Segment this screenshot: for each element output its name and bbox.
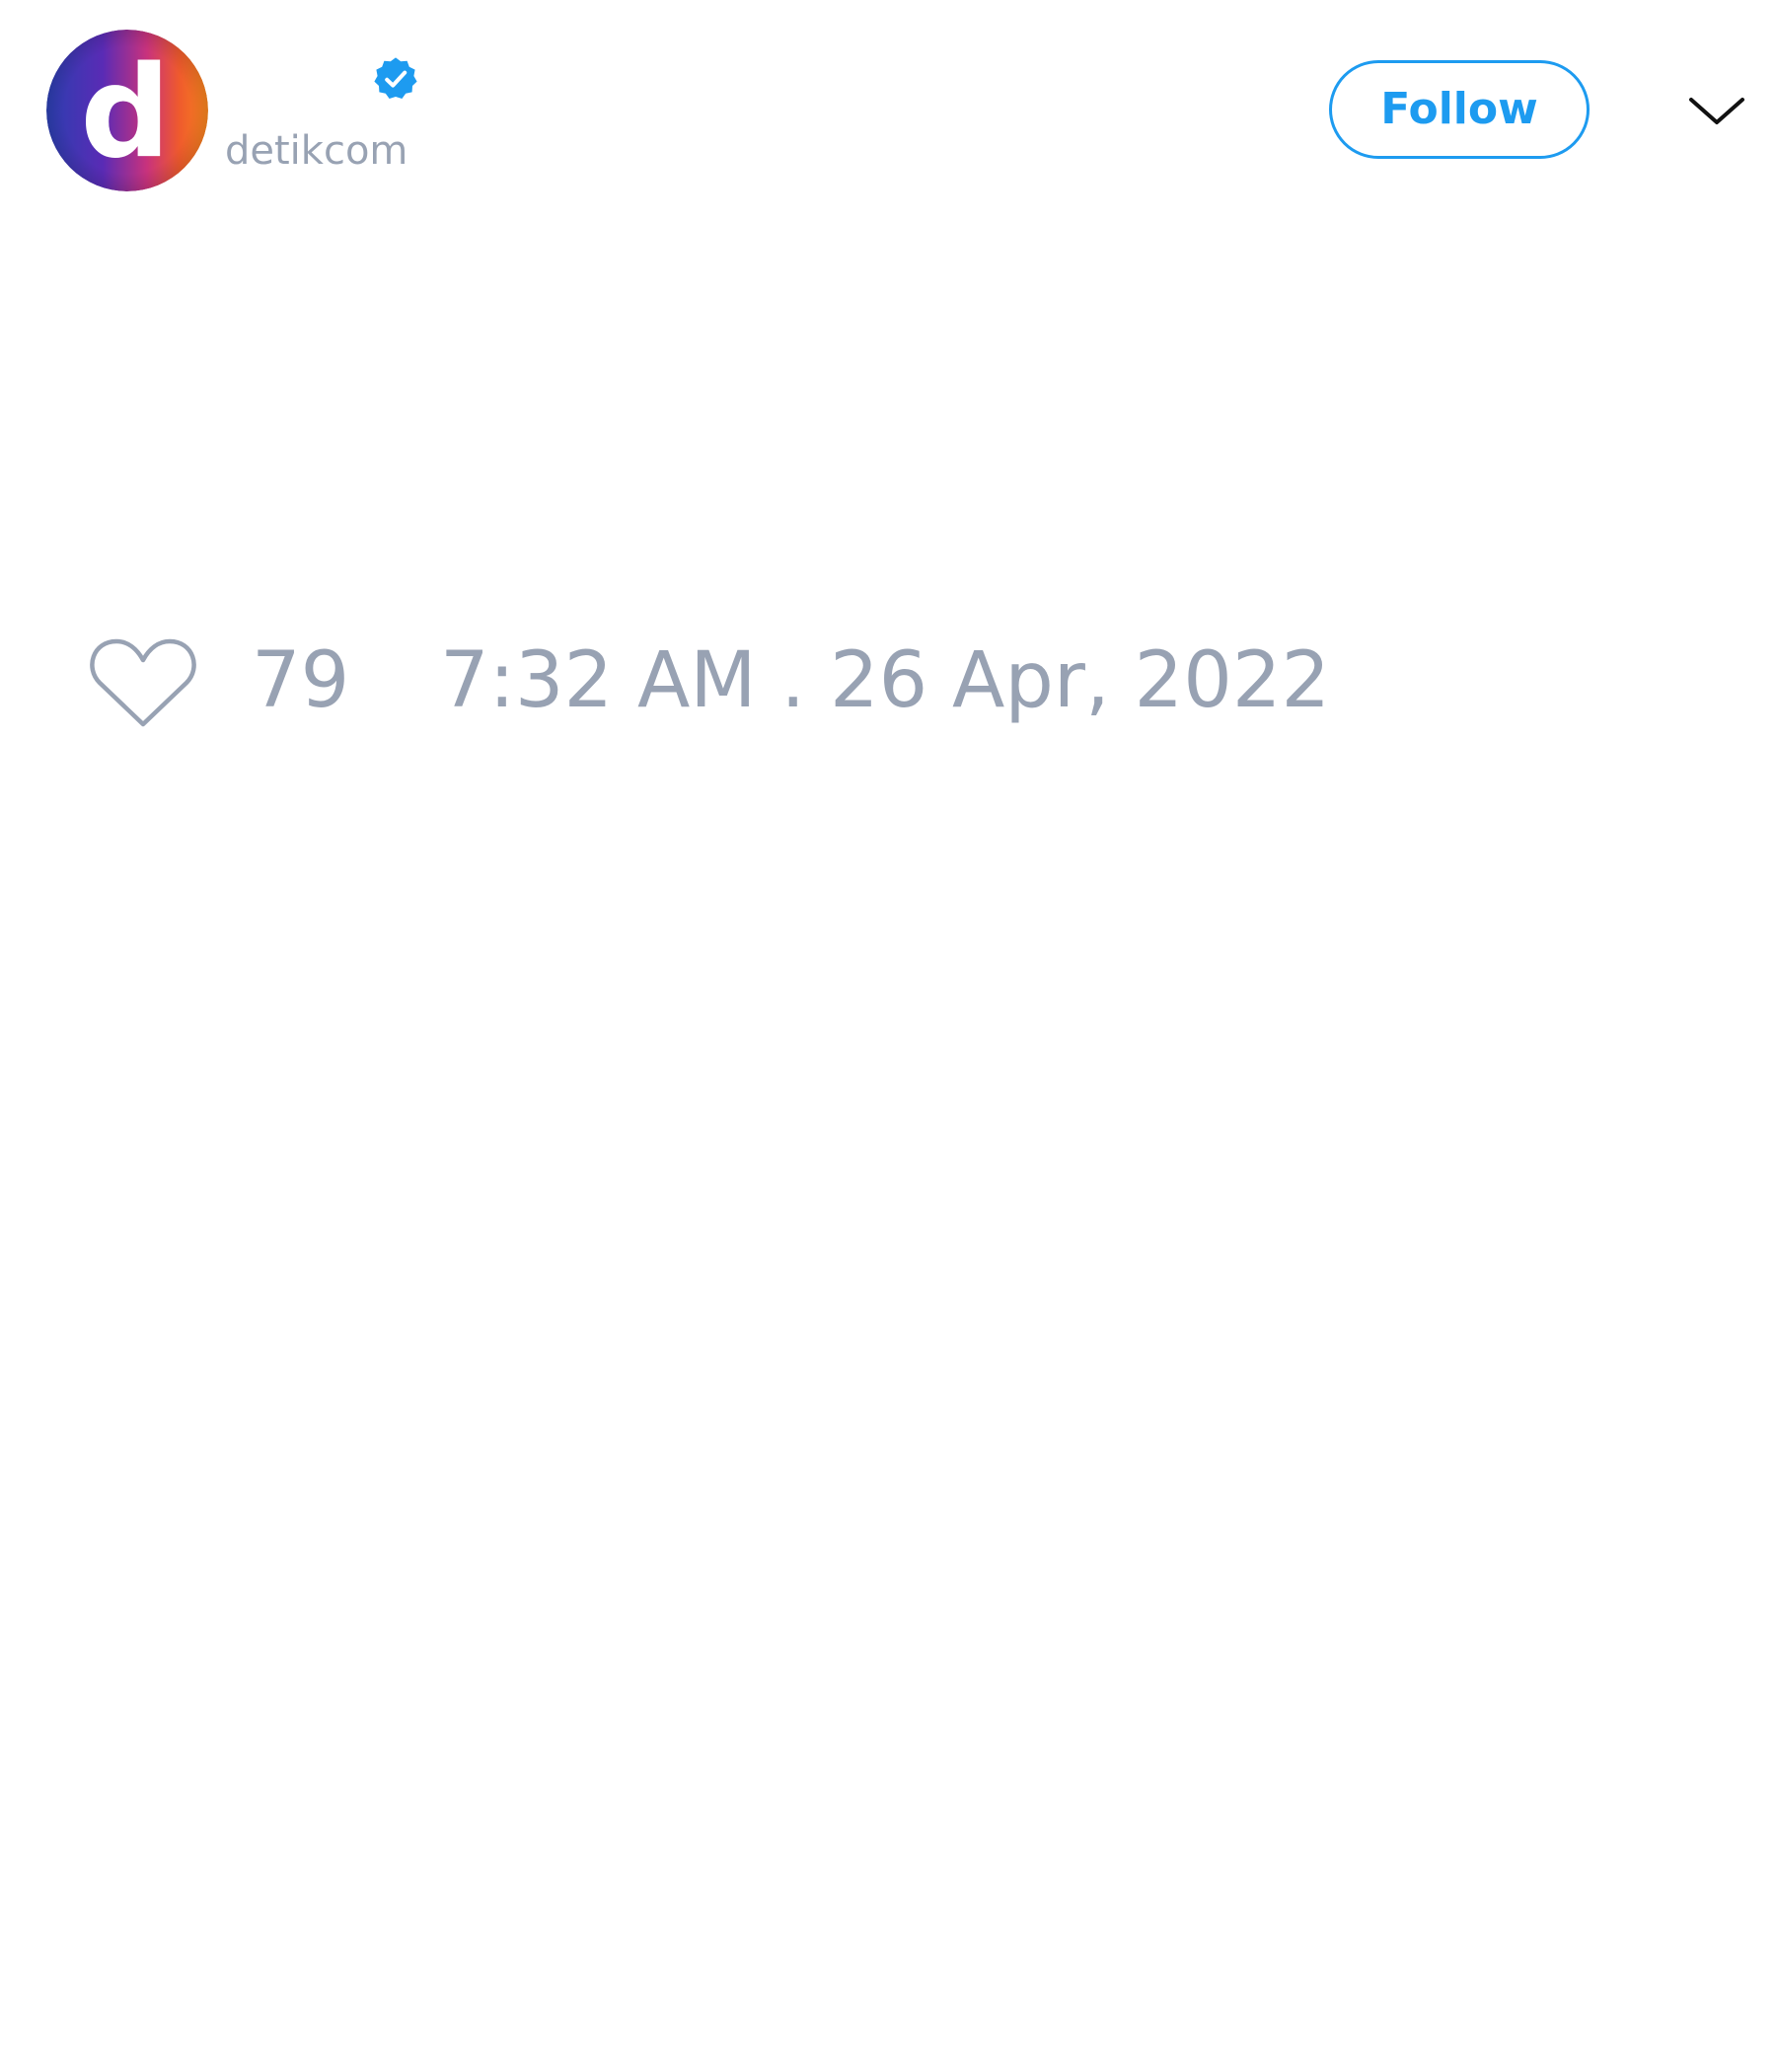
detik-logo: d bbox=[46, 30, 208, 191]
like-count: 79 bbox=[252, 636, 350, 725]
chevron-down-icon[interactable] bbox=[1685, 89, 1748, 132]
verified-badge-icon bbox=[374, 57, 417, 99]
account-handle[interactable]: detikcom bbox=[225, 126, 407, 176]
avatar[interactable]: d bbox=[46, 30, 208, 191]
follow-button[interactable]: Follow bbox=[1329, 60, 1590, 159]
svg-text:d: d bbox=[80, 39, 171, 186]
heart-icon[interactable] bbox=[89, 635, 197, 730]
tweet-stats: 79 7:32 AM . 26 Apr, 2022 bbox=[89, 631, 1371, 730]
tweet-timestamp[interactable]: 7:32 AM . 26 Apr, 2022 bbox=[440, 631, 1330, 730]
